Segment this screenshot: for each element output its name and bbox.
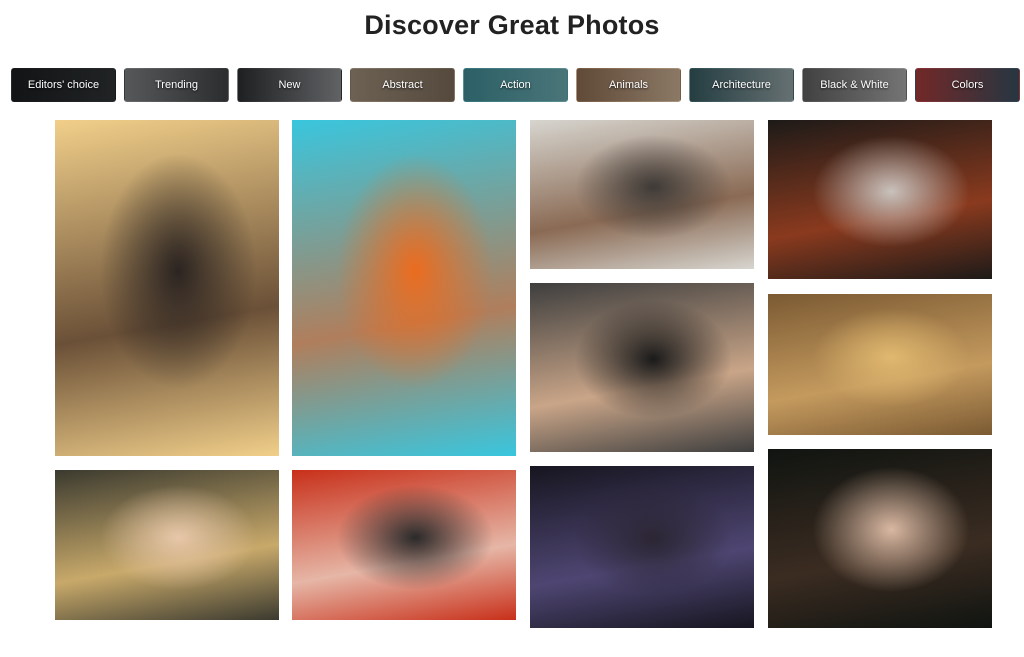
category-label: Animals xyxy=(608,79,649,91)
category-label: Black & White xyxy=(820,79,889,91)
photo-protest-crowd[interactable] xyxy=(530,120,754,269)
category-label: Editors' choice xyxy=(27,79,100,91)
photo-redhead-closeup[interactable] xyxy=(292,470,516,620)
category-editors-choice[interactable]: Editors' choice xyxy=(11,68,116,102)
category-black-and-white[interactable]: Black & White xyxy=(802,68,907,102)
photo-girl-straw-hat[interactable] xyxy=(55,470,279,620)
category-bar: Editors' choice Trending New Abstract Ac… xyxy=(11,68,1021,102)
category-architecture[interactable]: Architecture xyxy=(689,68,794,102)
category-label: Trending xyxy=(154,79,198,91)
category-action[interactable]: Action xyxy=(463,68,568,102)
category-label: New xyxy=(278,79,301,91)
category-label: Abstract xyxy=(382,79,423,91)
photo-boy-dark-background[interactable] xyxy=(768,449,992,628)
category-label: Action xyxy=(500,79,531,91)
category-trending[interactable]: Trending xyxy=(124,68,229,102)
photo-blonde-praying-hands[interactable] xyxy=(530,283,754,452)
photo-protest-signs[interactable] xyxy=(292,120,516,456)
page-title: Discover Great Photos xyxy=(364,10,660,40)
photo-woman-shadow-lace[interactable] xyxy=(768,294,992,435)
photo-painted-face-stars[interactable] xyxy=(530,466,754,628)
category-new[interactable]: New xyxy=(237,68,342,102)
photo-couple-street-sunset[interactable] xyxy=(55,120,279,456)
category-abstract[interactable]: Abstract xyxy=(350,68,455,102)
photo-red-hair-woman[interactable] xyxy=(768,120,992,279)
category-label: Architecture xyxy=(712,79,771,91)
category-animals[interactable]: Animals xyxy=(576,68,681,102)
category-label: Colors xyxy=(951,79,984,91)
category-colors[interactable]: Colors xyxy=(915,68,1020,102)
